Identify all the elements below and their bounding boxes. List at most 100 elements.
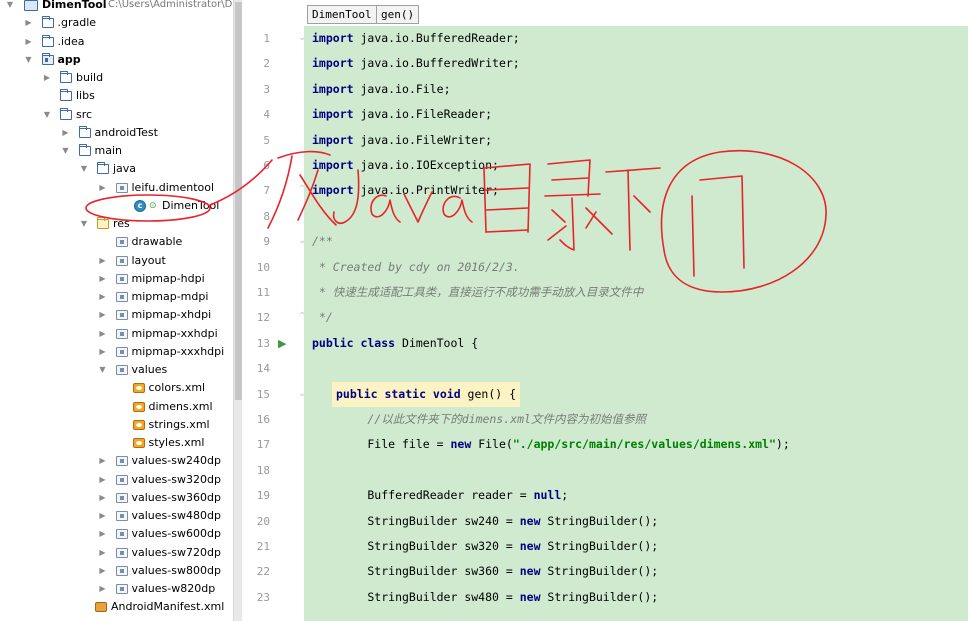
tree-item-label: res [113,217,130,230]
tree-item[interactable]: ▼ java [0,160,233,178]
code-line[interactable]: /** [312,229,333,254]
code-line[interactable]: StringBuilder sw320 = new StringBuilder(… [312,534,658,559]
tree-item[interactable]: ▶ mipmap-mdpi [0,288,233,306]
tree-item[interactable]: ▶ mipmap-xxhdpi [0,325,233,343]
code-text: StringBuilder(); [540,564,659,579]
chevron-down-icon[interactable]: ▼ [61,142,71,160]
tree-item[interactable]: ▶ values-sw800dp [0,562,233,580]
tree-item[interactable]: ▶ leifu.dimentool [0,179,233,197]
chevron-right-icon[interactable]: ▶ [98,507,108,525]
code-line[interactable]: StringBuilder sw480 = new StringBuilder(… [312,585,658,610]
code-line[interactable]: StringBuilder sw360 = new StringBuilder(… [312,559,658,584]
tree-item[interactable]: libs [0,87,233,105]
chevron-down-icon[interactable]: ▼ [79,215,89,233]
tree-item[interactable]: colors.xml [0,379,233,397]
tree-item[interactable]: ▶ mipmap-hdpi [0,270,233,288]
code-text: DimenTool { [395,335,479,350]
chevron-right-icon[interactable]: ▶ [98,306,108,324]
code-line[interactable]: import java.io.IOException; [312,153,499,178]
tree-item[interactable]: AndroidManifest.xml [0,598,233,616]
code-keyword: public class [312,335,396,350]
chevron-right-icon[interactable]: ▶ [98,179,108,197]
code-text: java.io.FileWriter; [360,132,493,147]
chevron-right-icon[interactable]: ▶ [98,544,108,562]
tree-root[interactable]: ▼ DimenTool C:\Users\Administrator\De [0,0,233,14]
chevron-right-icon[interactable]: ▶ [98,288,108,306]
chevron-right-icon[interactable]: ▶ [98,471,108,489]
tree-item[interactable]: drawable [0,233,233,251]
chevron-right-icon[interactable]: ▶ [98,452,108,470]
code-line[interactable]: */ [312,305,333,330]
chevron-right-icon[interactable]: ▶ [98,252,108,270]
tree-item[interactable]: ▶ values-w820dp [0,580,233,598]
chevron-right-icon[interactable]: ▶ [42,69,52,87]
code-line[interactable]: * 快速生成适配工具类，直接运行不成功需手动放入目录文件中 [312,280,643,305]
tree-item[interactable]: strings.xml [0,416,233,434]
code-text: File( [471,437,513,452]
tree-scrollbar-thumb[interactable] [235,2,242,400]
tree-item[interactable]: ▶ values-sw320dp [0,471,233,489]
chevron-down-icon[interactable]: ▼ [98,361,108,379]
chevron-right-icon[interactable]: ▶ [98,562,108,580]
code-line[interactable]: import java.io.BufferedWriter; [312,51,520,76]
tree-item[interactable]: ▼ app [0,51,233,69]
code-line[interactable]: public static void gen() { [332,381,521,407]
tree-item[interactable]: ▶ .gradle [0,14,233,32]
chevron-right-icon[interactable]: ▶ [98,580,108,598]
tree-item[interactable]: ▶ mipmap-xxxhdpi [0,343,233,361]
chevron-down-icon[interactable]: ▼ [42,106,52,124]
chevron-right-icon[interactable]: ▶ [61,124,71,142]
tree-item[interactable]: ▶ values-sw720dp [0,544,233,562]
tree-item[interactable]: ▶ values-sw360dp [0,489,233,507]
tree-item[interactable]: ▶ .idea [0,33,233,51]
code-line[interactable]: * Created by cdy on 2016/2/3. [312,255,520,280]
code-line[interactable]: //以此文件夹下的dimens.xml文件内容为初始值参照 [312,407,646,432]
line-number: 1 [263,32,270,45]
tree-item[interactable]: ▶ values-sw480dp [0,507,233,525]
code-line[interactable]: BufferedReader reader = null; [312,483,568,508]
breadcrumb-class[interactable]: DimenTool [307,5,377,24]
code-line[interactable]: import java.io.File; [312,77,451,102]
tree-item[interactable]: styles.xml [0,434,233,452]
tree-item[interactable]: ▶ layout [0,252,233,270]
chevron-down-icon[interactable]: ▼ [79,160,89,178]
line-number: 19 [256,489,270,503]
code-line[interactable]: File file = new File("./app/src/main/res… [312,432,789,457]
chevron-right-icon[interactable]: ▶ [98,343,108,361]
code-text: File file = [312,437,451,452]
tree-item[interactable]: dimens.xml [0,398,233,416]
chevron-right-icon[interactable]: ▶ [98,525,108,543]
tree-item[interactable]: ▶ androidTest [0,124,233,142]
tree-item[interactable]: ▼ main [0,142,233,160]
chevron-right-icon[interactable]: ▶ [24,33,34,51]
code-line[interactable]: import java.io.BufferedReader; [312,26,520,51]
code-line[interactable]: public class DimenTool { [312,331,478,356]
tree-item[interactable]: ▼ values [0,361,233,379]
tree-item[interactable]: ▼ src [0,106,233,124]
code-line[interactable]: import java.io.FileWriter; [312,128,492,153]
code-text: StringBuilder sw240 = [312,513,520,528]
chevron-down-icon[interactable]: ▼ [24,51,34,69]
chevron-right-icon[interactable]: ▶ [98,489,108,507]
tree-item[interactable]: ▶ mipmap-xhdpi [0,306,233,324]
code-editor[interactable]: import java.io.BufferedReader; import jav… [304,26,968,621]
tree-item[interactable]: ▼ res [0,215,233,233]
breadcrumb-method[interactable]: gen() [376,5,420,24]
tree-item-label: mipmap-mdpi [131,290,209,303]
tree-item[interactable]: ▶ values-sw600dp [0,525,233,543]
run-gutter-icon[interactable]: ▶ [278,337,286,350]
tree-item-label: values-sw480dp [131,509,221,522]
line-number: 8 [263,209,270,223]
tree-item[interactable]: c ⊙ DimenTool [0,197,233,215]
line-number: 7 [263,184,270,198]
tree-item[interactable]: ▶ values-sw240dp [0,452,233,470]
code-line[interactable]: import java.io.PrintWriter; [312,178,499,203]
folder-icon [41,16,54,29]
chevron-right-icon[interactable]: ▶ [24,14,34,32]
tree-item[interactable]: ▶ build [0,69,233,87]
code-line[interactable]: import java.io.FileReader; [312,102,492,127]
chevron-right-icon[interactable]: ▶ [98,325,108,343]
chevron-right-icon[interactable]: ▶ [98,270,108,288]
code-line[interactable]: StringBuilder sw240 = new StringBuilder(… [312,509,658,534]
chevron-down-icon[interactable]: ▼ [5,0,15,14]
